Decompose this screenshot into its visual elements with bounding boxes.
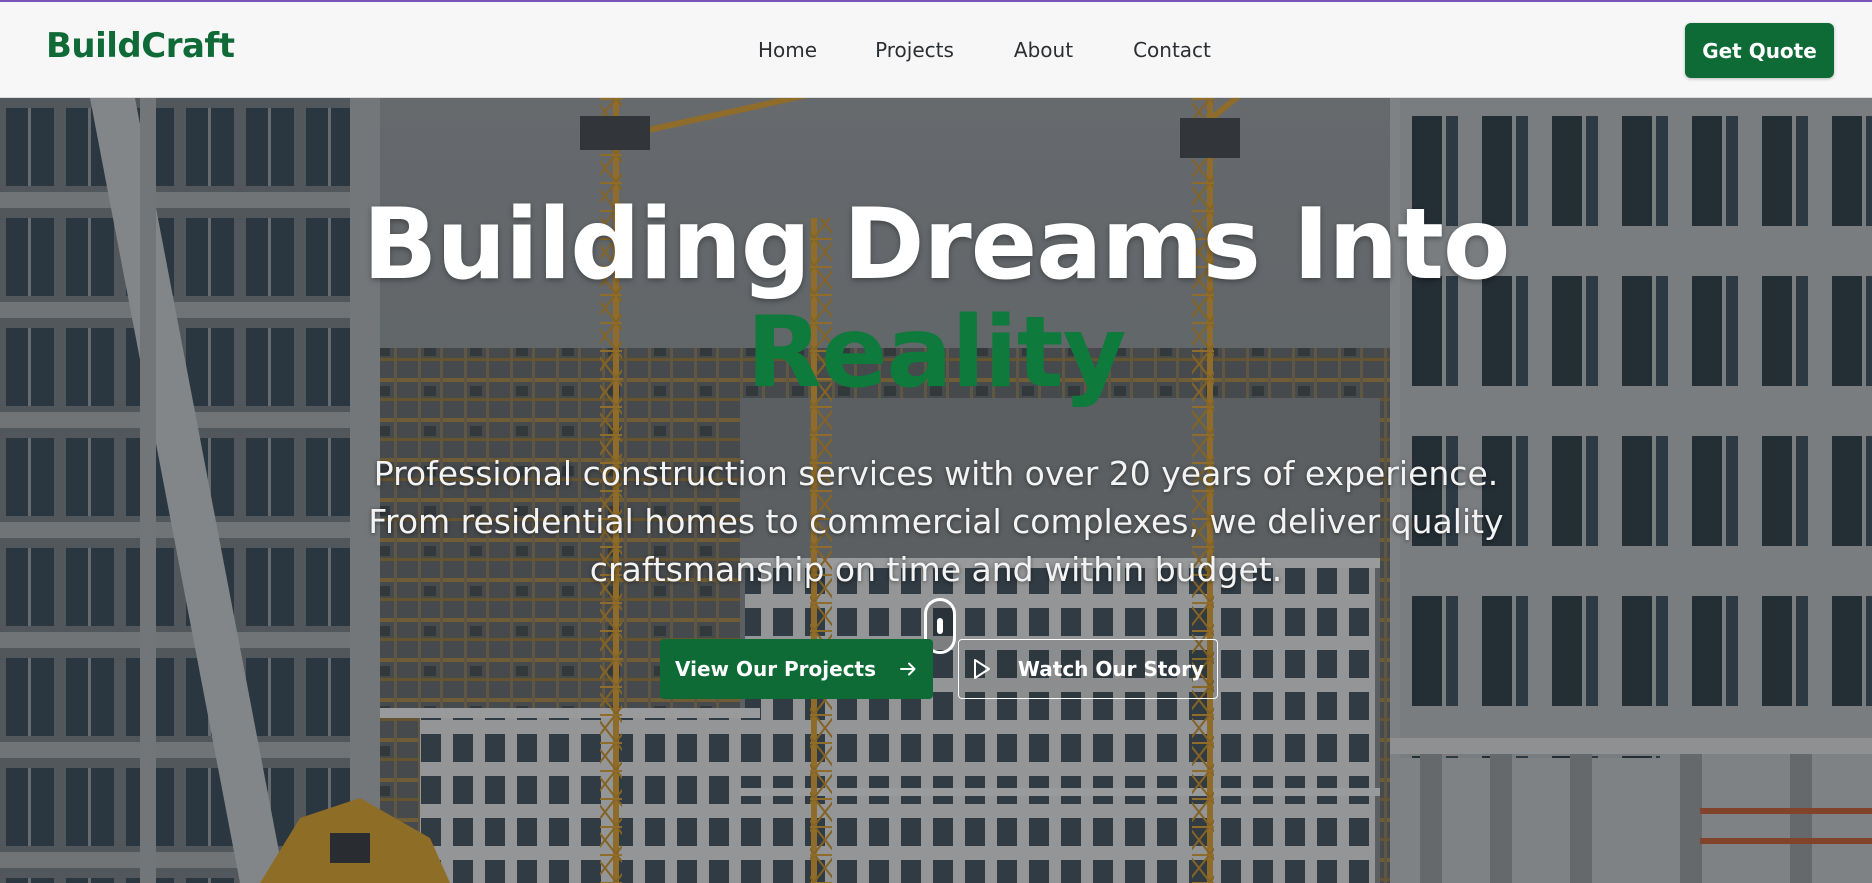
nav-link-contact[interactable]: Contact xyxy=(1133,38,1211,62)
view-projects-label: View Our Projects xyxy=(674,657,877,681)
site-header: BuildCraft Home Projects About Contact G… xyxy=(0,0,1872,98)
hero-subtitle: Professional construction services with … xyxy=(368,454,1504,589)
get-quote-button[interactable]: Get Quote xyxy=(1685,23,1834,78)
view-projects-button[interactable]: View Our Projects xyxy=(660,639,933,699)
watch-story-button[interactable]: Watch Our Story xyxy=(958,639,1218,699)
nav-link-about[interactable]: About xyxy=(1014,38,1073,62)
brand-logo[interactable]: BuildCraft xyxy=(46,26,235,66)
hero-section: Building Dreams Into Reality Professiona… xyxy=(0,98,1872,883)
watch-story-label: Watch Our Story xyxy=(1017,657,1205,681)
main-nav: Home Projects About Contact xyxy=(758,38,1211,62)
hero-title: Building Dreams Into xyxy=(362,188,1511,302)
nav-link-projects[interactable]: Projects xyxy=(875,38,954,62)
arrow-right-icon xyxy=(900,662,916,676)
play-icon xyxy=(973,659,990,679)
hero-title-accent: Reality xyxy=(746,296,1127,410)
scroll-dot xyxy=(937,618,943,634)
nav-link-home[interactable]: Home xyxy=(758,38,817,62)
